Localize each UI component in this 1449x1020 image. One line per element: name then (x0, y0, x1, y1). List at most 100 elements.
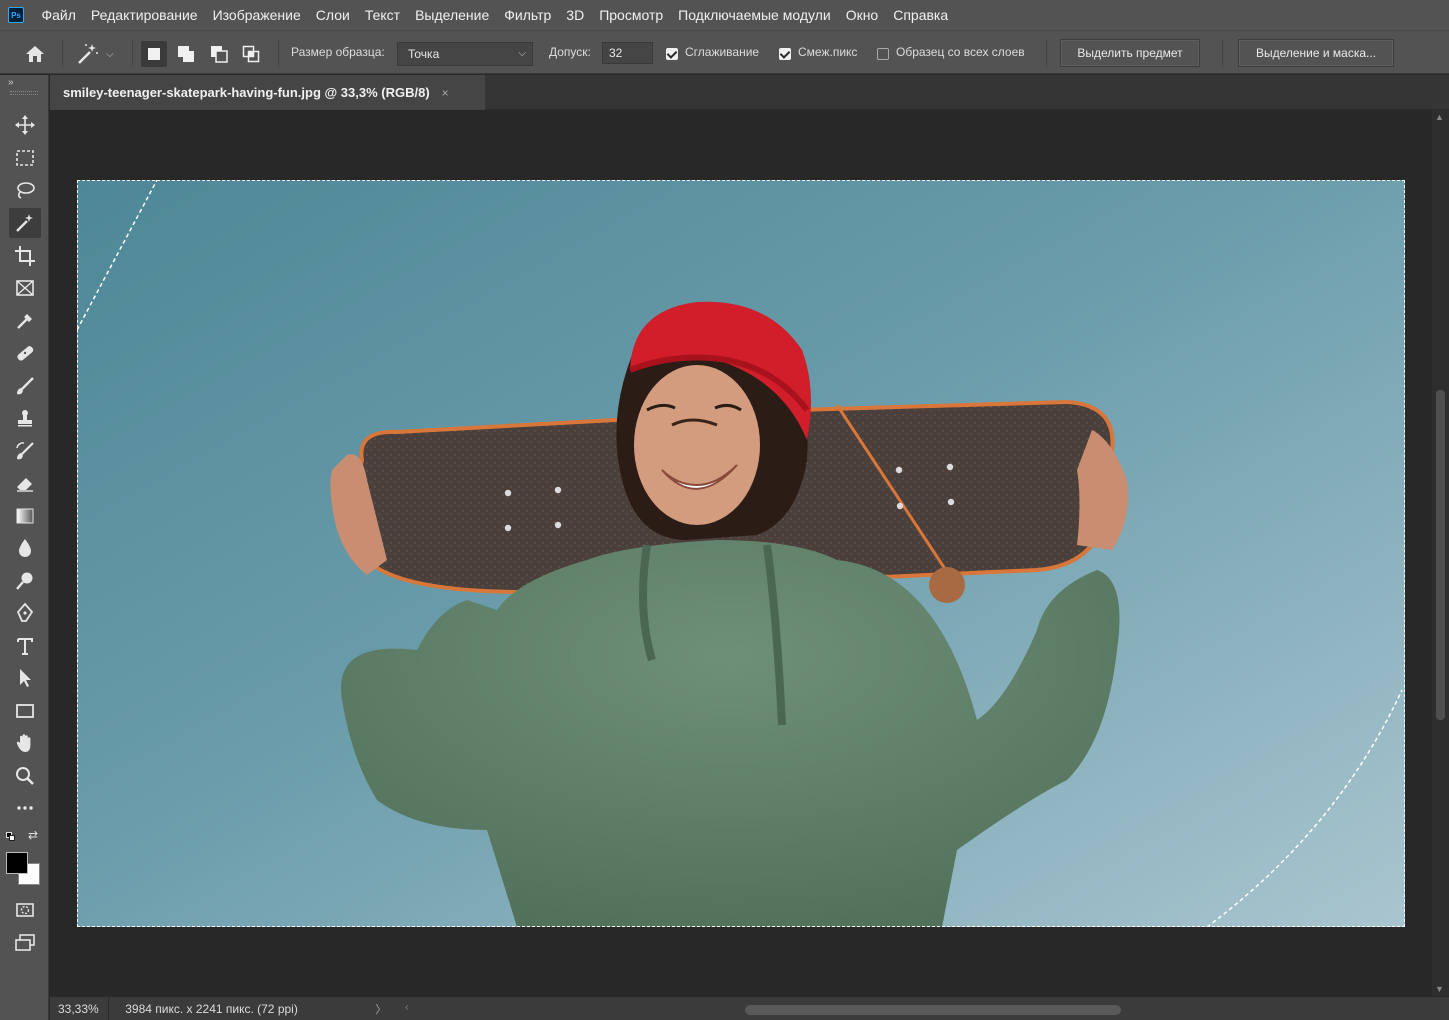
scroll-left-icon[interactable]: ‹ (405, 1002, 408, 1013)
menu-bar: Ps Файл Редактирование Изображение Слои … (0, 0, 1449, 30)
status-bar: 33,33% 3984 пикс. x 2241 пикс. (72 ppi) … (50, 996, 1449, 1020)
add-selection-button[interactable] (173, 41, 199, 67)
photoshop-logo: Ps (8, 7, 24, 23)
add-selection-icon (178, 46, 194, 62)
scroll-up-icon[interactable]: ▲ (1435, 112, 1444, 122)
menu-plugins[interactable]: Подключаемые модули (671, 0, 839, 30)
menu-file[interactable]: Файл (34, 0, 83, 30)
lasso-icon (17, 182, 35, 199)
blur-tool[interactable] (9, 533, 41, 563)
frame-tool[interactable] (9, 273, 41, 303)
document-image[interactable] (77, 180, 1405, 927)
type-tool[interactable] (9, 631, 41, 661)
magic-wand-tool[interactable] (9, 208, 41, 238)
chevron-down-icon: ⌵ (518, 48, 526, 59)
swap-colors-icon[interactable]: ⇄ (28, 828, 38, 842)
new-selection-button[interactable] (141, 41, 167, 67)
path-selection-tool[interactable] (9, 663, 41, 693)
collapse-panel-icon[interactable]: » (8, 77, 14, 88)
subtract-selection-button[interactable] (206, 41, 232, 67)
default-colors-icon[interactable] (6, 832, 16, 842)
pen-tool[interactable] (9, 598, 41, 628)
vertical-scrollbar[interactable]: ▲ ▼ (1432, 110, 1449, 996)
stamp-icon (18, 410, 32, 427)
edit-toolbar-button[interactable] (9, 793, 41, 823)
menu-edit[interactable]: Редактирование (83, 0, 205, 30)
intersect-selection-button[interactable] (238, 41, 264, 67)
sample-all-layers-label: Образец со всех слоев (896, 45, 1025, 59)
contiguous-label: Смеж.пикс (798, 45, 858, 59)
home-button[interactable] (22, 41, 48, 67)
frame-icon (16, 280, 34, 296)
rect-marquee-icon (16, 150, 34, 166)
healing-brush-tool[interactable] (9, 338, 41, 368)
document-tab[interactable]: smiley-teenager-skatepark-having-fun.jpg… (50, 75, 485, 110)
tool-preset-picker[interactable]: ⌵ (76, 41, 122, 67)
pen-icon (16, 602, 34, 622)
scroll-down-icon[interactable]: ▼ (1435, 984, 1444, 994)
gradient-tool[interactable] (9, 501, 41, 531)
separator (278, 39, 279, 67)
quick-mask-button[interactable] (9, 895, 41, 925)
select-and-mask-button[interactable]: Выделение и маска... (1238, 39, 1394, 67)
menu-help[interactable]: Справка (886, 0, 956, 30)
zoom-tool[interactable] (9, 761, 41, 791)
menu-view[interactable]: Просмотр (592, 0, 671, 30)
brush-tool[interactable] (9, 371, 41, 401)
menu-layers[interactable]: Слои (308, 0, 357, 30)
hand-tool[interactable] (9, 728, 41, 758)
lasso-tool[interactable] (9, 175, 41, 205)
magic-wand-icon (16, 214, 33, 232)
eyedropper-tool[interactable] (9, 306, 41, 336)
quick-mask-icon (16, 903, 34, 917)
magic-wand-icon (78, 44, 98, 64)
vertical-scroll-thumb[interactable] (1436, 390, 1445, 720)
home-icon (26, 46, 44, 62)
tools-panel: » ⇄ (0, 75, 49, 1020)
sample-size-select[interactable]: Точка ⌵ (397, 42, 533, 66)
menu-select[interactable]: Выделение (408, 0, 497, 30)
gradient-icon (16, 508, 34, 524)
new-selection-icon (148, 48, 160, 60)
status-menu-arrow[interactable]: 〉 (375, 1001, 397, 1017)
separator (1046, 39, 1047, 67)
photo-skater-teen (77, 180, 1405, 927)
clone-stamp-tool[interactable] (9, 403, 41, 433)
history-brush-tool[interactable] (9, 436, 41, 466)
dodge-icon (16, 572, 33, 590)
menu-image[interactable]: Изображение (205, 0, 308, 30)
screen-mode-button[interactable] (9, 928, 41, 958)
foreground-color-swatch[interactable] (6, 852, 28, 874)
panel-grip[interactable] (10, 91, 38, 95)
zoom-level-field[interactable]: 33,33% (50, 996, 110, 1020)
marquee-tool[interactable] (9, 143, 41, 173)
separator (132, 39, 133, 67)
select-subject-button[interactable]: Выделить предмет (1060, 39, 1200, 67)
menu-3d[interactable]: 3D (559, 0, 592, 30)
move-tool[interactable] (9, 110, 41, 140)
sample-all-layers-checkbox[interactable] (877, 48, 889, 60)
zoom-icon (16, 767, 34, 785)
move-icon (15, 115, 35, 135)
close-icon[interactable]: × (442, 86, 449, 100)
sample-size-value: Точка (408, 47, 440, 61)
eyedropper-icon (17, 314, 32, 329)
crop-tool[interactable] (9, 241, 41, 271)
eraser-icon (17, 478, 33, 492)
menu-window[interactable]: Окно (838, 0, 886, 30)
arrow-icon (20, 669, 31, 687)
eraser-tool[interactable] (9, 468, 41, 498)
intersect-selection-icon (242, 45, 260, 63)
tolerance-input[interactable]: 32 (602, 42, 653, 64)
contiguous-checkbox[interactable] (779, 48, 791, 60)
brush-icon (17, 377, 34, 395)
horizontal-scroll-thumb[interactable] (745, 1004, 1122, 1015)
rectangle-tool[interactable] (9, 696, 41, 726)
dodge-tool[interactable] (9, 566, 41, 596)
antialias-checkbox[interactable] (666, 48, 678, 60)
document-info: 3984 пикс. x 2241 пикс. (72 ppi) (125, 1001, 298, 1016)
menu-filter[interactable]: Фильтр (497, 0, 559, 30)
horizontal-scrollbar[interactable]: ‹ › (405, 1002, 1449, 1015)
menu-type[interactable]: Текст (357, 0, 407, 30)
document-tabs: smiley-teenager-skatepark-having-fun.jpg… (50, 75, 1449, 110)
